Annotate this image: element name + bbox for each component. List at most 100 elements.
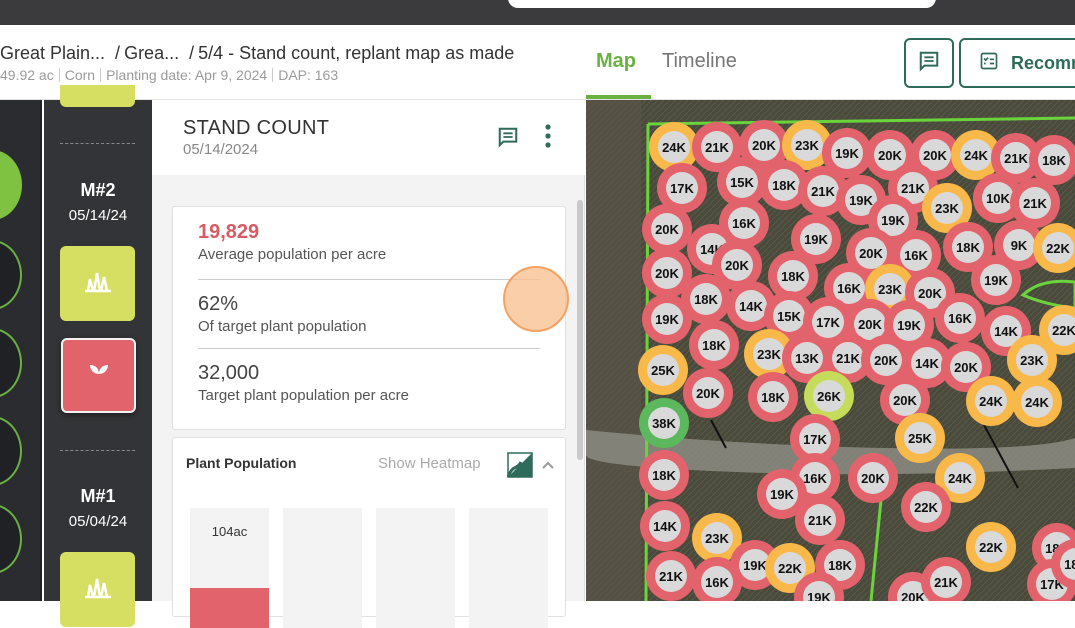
layer-thumbnail[interactable]: [0, 240, 22, 310]
layer-thumbnail[interactable]: [0, 504, 22, 574]
stand-count-marker[interactable]: 25K: [638, 345, 688, 395]
timeline-tile-emergence[interactable]: [60, 552, 135, 627]
marker-value: 21K: [901, 181, 925, 196]
stand-count-marker[interactable]: 18K: [681, 274, 731, 324]
marker-value: 20K: [752, 138, 776, 153]
heatmap-icon[interactable]: [506, 452, 533, 483]
breadcrumb-field[interactable]: Grea...: [124, 43, 179, 63]
timeline-entry-label: M#1: [80, 486, 116, 506]
marker-value: 9K: [1011, 238, 1028, 253]
timeline-tile-emergence[interactable]: [60, 85, 135, 107]
marker-value: 20K: [878, 148, 902, 163]
marker-value: 19K: [897, 318, 921, 333]
timeline-tile-emergence[interactable]: [60, 246, 135, 321]
stat-label: Target plant population per acre: [198, 387, 409, 404]
timeline-entry: M#1 05/04/24: [44, 486, 152, 530]
marker-value: 18K: [956, 240, 980, 255]
chevron-up-icon[interactable]: [541, 457, 555, 475]
stand-count-marker[interactable]: 23K: [1007, 335, 1057, 385]
stand-count-marker[interactable]: 21K: [795, 495, 845, 545]
stand-count-marker[interactable]: 19K: [971, 255, 1021, 305]
marker-value: 24K: [1025, 395, 1049, 410]
plant-population-card: Plant Population Show Heatmap 104ac: [172, 437, 566, 628]
marker-value: 18K: [761, 390, 785, 405]
marker-value: 16K: [904, 248, 928, 263]
comment-icon[interactable]: [497, 126, 519, 153]
marker-value: 16K: [705, 575, 729, 590]
breadcrumb-farm[interactable]: Great Plain...: [0, 43, 105, 63]
marker-value: 19K: [807, 590, 831, 601]
marker-value: 20K: [918, 286, 942, 301]
population-bar[interactable]: [376, 508, 455, 628]
marker-value: 14K: [739, 299, 763, 314]
stand-count-marker[interactable]: 18K: [689, 320, 739, 370]
stand-count-marker[interactable]: 18K: [748, 372, 798, 422]
marker-value: 18K: [652, 468, 676, 483]
marker-value: 14K: [994, 324, 1018, 339]
marker-value: 14K: [653, 519, 677, 534]
layer-thumbnail[interactable]: [0, 150, 22, 220]
stand-count-marker[interactable]: 25K: [895, 413, 945, 463]
stand-count-marker[interactable]: 18K: [639, 450, 689, 500]
panel-scrollbar[interactable]: [577, 200, 583, 460]
comments-button[interactable]: [904, 38, 954, 88]
stat-value: 19,829: [198, 221, 260, 243]
show-heatmap-toggle[interactable]: Show Heatmap: [378, 455, 481, 472]
marker-value: 24K: [948, 471, 972, 486]
stand-count-marker[interactable]: 16K: [935, 293, 985, 343]
tab-timeline[interactable]: Timeline: [662, 50, 737, 73]
marker-value: 18K: [702, 338, 726, 353]
timeline-entry-label: M#2: [80, 180, 116, 200]
layer-thumbnail[interactable]: [0, 416, 22, 486]
stand-count-marker[interactable]: 24K: [1012, 377, 1062, 427]
marker-value: 20K: [696, 386, 720, 401]
stand-count-panel: STAND COUNT 05/14/2024 19,829 Average po…: [152, 100, 585, 628]
tab-map[interactable]: Map: [596, 50, 636, 73]
panel-date: 05/14/2024: [183, 141, 259, 158]
stand-count-marker[interactable]: 38K: [639, 398, 689, 448]
population-bar[interactable]: 104ac: [190, 508, 269, 628]
grass-icon: [83, 575, 113, 604]
recommend-button[interactable]: Recomm: [959, 38, 1075, 88]
stand-count-marker[interactable]: 20K: [642, 204, 692, 254]
marker-value: 26K: [817, 389, 841, 404]
marker-value: 18K: [1064, 557, 1075, 572]
stand-count-marker[interactable]: 22K: [966, 522, 1016, 572]
marker-value: 22K: [1052, 323, 1075, 338]
marker-value: 20K: [923, 148, 947, 163]
stand-count-marker[interactable]: 20K: [683, 368, 733, 418]
marker-value: 19K: [881, 213, 905, 228]
marker-value: 18K: [1042, 153, 1066, 168]
marker-value: 19K: [984, 273, 1008, 288]
breadcrumb-current: 5/4 - Stand count, replant map as made: [198, 43, 515, 63]
marker-value: 18K: [781, 269, 805, 284]
stand-count-marker[interactable]: 21K: [646, 551, 696, 601]
stand-count-marker[interactable]: 22K: [901, 482, 951, 532]
marker-value: 20K: [655, 222, 679, 237]
touch-indicator: [503, 266, 569, 332]
marker-value: 17K: [670, 181, 694, 196]
marker-value: 19K: [835, 146, 859, 161]
population-bar[interactable]: [283, 508, 362, 628]
checklist-icon: [979, 51, 999, 76]
divider: [272, 68, 274, 82]
field-map[interactable]: 24K 21K 20K 23K 19K 20K 20K 24K 21K 18K 17K 15K 18K 2…: [586, 100, 1075, 601]
marker-value: 20K: [901, 590, 925, 601]
global-search-bar[interactable]: [508, 0, 936, 8]
planting-date: Planting date: Apr 9, 2024: [106, 67, 268, 83]
map-canvas[interactable]: 24K 21K 20K 23K 19K 20K 20K 24K 21K 18K 17K 15K 18K 2…: [586, 100, 1075, 601]
marker-value: 24K: [979, 394, 1003, 409]
marker-value: 22K: [914, 500, 938, 515]
top-bar: [0, 0, 1075, 25]
layer-thumbnail[interactable]: [0, 328, 22, 398]
stand-count-marker[interactable]: 14K: [640, 501, 690, 551]
stand-count-marker[interactable]: 26K: [804, 371, 854, 421]
more-options-icon[interactable]: [545, 124, 551, 153]
population-bar[interactable]: [469, 508, 548, 628]
stand-count-marker[interactable]: 24K: [966, 376, 1016, 426]
stand-count-marker[interactable]: 20K: [848, 453, 898, 503]
marker-value: 23K: [757, 347, 781, 362]
timeline-tile-stand-count[interactable]: [61, 338, 136, 413]
marker-value: 18K: [694, 292, 718, 307]
grass-icon: [83, 269, 113, 298]
